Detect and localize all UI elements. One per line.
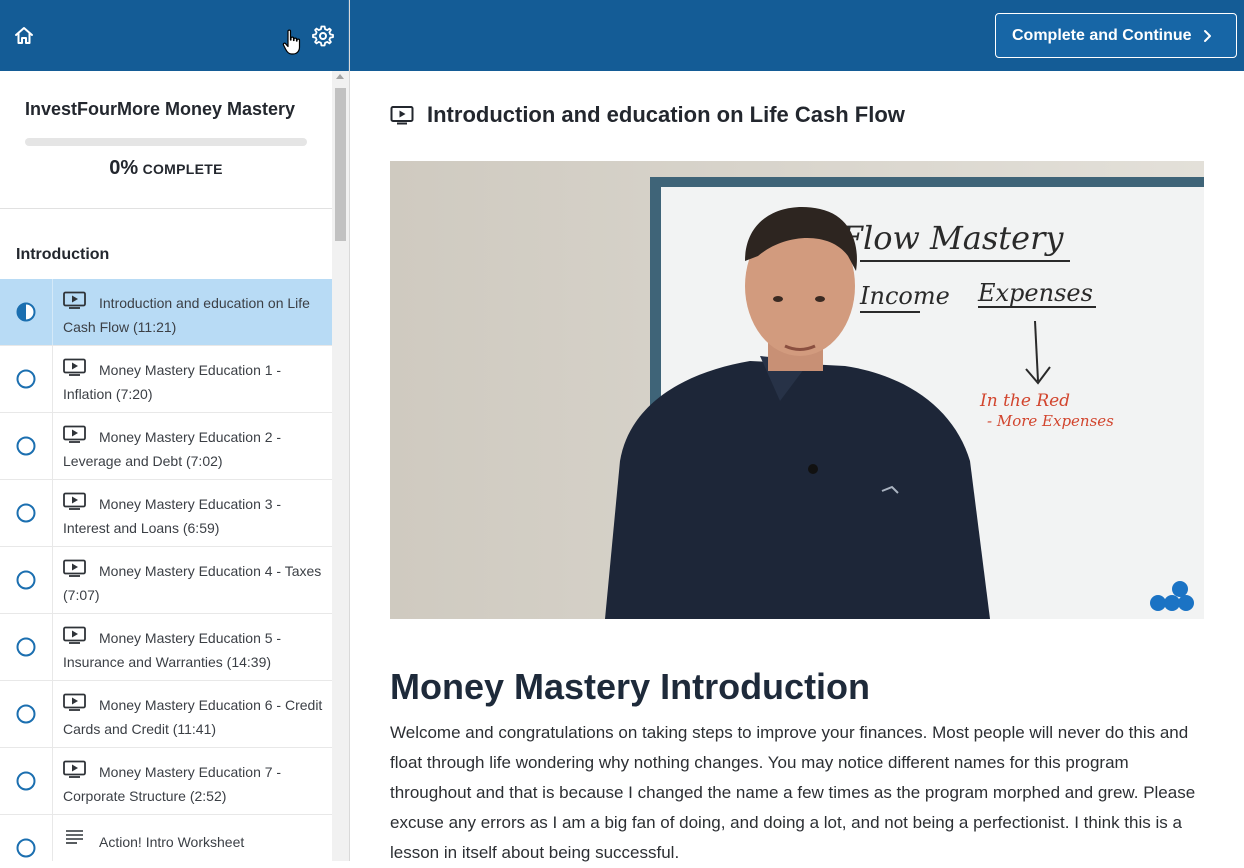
lesson-label: Money Mastery Education 5 - Insurance an… xyxy=(63,626,327,674)
section-title: Introduction xyxy=(16,246,109,264)
lesson-item[interactable]: Introduction and education on Life Cash … xyxy=(0,279,332,346)
incomplete-status-icon[interactable] xyxy=(16,704,36,724)
incomplete-status-icon[interactable] xyxy=(16,637,36,657)
main-header: Complete and Continue xyxy=(350,0,1244,71)
lesson-item[interactable]: Money Mastery Education 5 - Insurance an… xyxy=(0,614,332,681)
lesson-item[interactable]: Money Mastery Education 7 - Corporate St… xyxy=(0,748,332,815)
lesson-label: Action! Intro Worksheet xyxy=(63,830,327,854)
lesson-list: Introduction and education on Life Cash … xyxy=(0,279,332,861)
gear-icon[interactable] xyxy=(311,24,335,48)
lesson-heading: Introduction and education on Life Cash … xyxy=(390,101,905,129)
incomplete-status-icon[interactable] xyxy=(16,503,36,523)
scrollbar-thumb[interactable] xyxy=(335,88,346,241)
home-icon[interactable] xyxy=(12,24,36,48)
lesson-divider xyxy=(52,279,53,345)
lesson-divider xyxy=(52,815,53,861)
lesson-label: Money Mastery Education 1 - Inflation (7… xyxy=(63,358,327,406)
mouse-cursor-icon xyxy=(281,28,303,56)
lesson-label: Money Mastery Education 2 - Leverage and… xyxy=(63,425,327,473)
scroll-up-arrow-icon[interactable] xyxy=(336,74,344,79)
incomplete-status-icon[interactable] xyxy=(16,838,36,858)
complete-and-continue-button[interactable]: Complete and Continue xyxy=(995,13,1237,58)
lesson-item[interactable]: Money Mastery Education 2 - Leverage and… xyxy=(0,413,332,480)
lesson-divider xyxy=(52,480,53,546)
lesson-item[interactable]: Action! Intro Worksheet xyxy=(0,815,332,861)
lesson-item[interactable]: Money Mastery Education 6 - Credit Cards… xyxy=(0,681,332,748)
lesson-label: Money Mastery Education 6 - Credit Cards… xyxy=(63,693,327,741)
lesson-label: Money Mastery Education 3 - Interest and… xyxy=(63,492,327,540)
incomplete-status-icon[interactable] xyxy=(16,570,36,590)
lesson-divider xyxy=(52,547,53,613)
lesson-label: Money Mastery Education 7 - Corporate St… xyxy=(63,760,327,808)
sidebar-scrollbar[interactable] xyxy=(332,71,349,861)
lesson-divider xyxy=(52,748,53,814)
course-title: InvestFourMore Money Mastery xyxy=(25,99,295,120)
lesson-item[interactable]: Money Mastery Education 1 - Inflation (7… xyxy=(0,346,332,413)
lesson-title: Introduction and education on Life Cash … xyxy=(427,102,905,128)
sidebar-header xyxy=(0,0,349,71)
progress-label: COMPLETE xyxy=(143,161,223,177)
whiteboard-red-line-2: - More Expenses xyxy=(987,412,1114,430)
course-sidebar: InvestFourMore Money Mastery 0% COMPLETE… xyxy=(0,0,350,861)
incomplete-status-icon[interactable] xyxy=(16,369,36,389)
whiteboard-red-line-1: In the Red xyxy=(979,391,1070,411)
lesson-divider xyxy=(52,413,53,479)
lesson-item[interactable]: Money Mastery Education 4 - Taxes (7:07) xyxy=(0,547,332,614)
video-lesson-icon xyxy=(390,105,414,125)
incomplete-status-icon[interactable] xyxy=(16,436,36,456)
lesson-label: Introduction and education on Life Cash … xyxy=(63,291,327,339)
lesson-divider xyxy=(52,614,53,680)
progress-bar xyxy=(25,138,307,146)
course-progress-panel: InvestFourMore Money Mastery 0% COMPLETE xyxy=(0,71,332,209)
whiteboard-income: Income xyxy=(859,282,950,310)
lesson-item[interactable]: Money Mastery Education 3 - Interest and… xyxy=(0,480,332,547)
progress-percent: 0% xyxy=(109,157,138,179)
incomplete-status-icon[interactable] xyxy=(16,771,36,791)
progress-text: 0% COMPLETE xyxy=(0,157,332,180)
lesson-label: Money Mastery Education 4 - Taxes (7:07) xyxy=(63,559,327,607)
content-body: Welcome and congratulations on taking st… xyxy=(390,718,1210,868)
complete-button-label: Complete and Continue xyxy=(1012,27,1192,45)
video-player[interactable]: Cash Flow Mastery Income Expenses In the… xyxy=(390,161,1204,619)
content-title: Money Mastery Introduction xyxy=(390,666,870,708)
lesson-divider xyxy=(52,346,53,412)
video-frame: Cash Flow Mastery Income Expenses In the… xyxy=(390,161,1204,619)
whiteboard-expenses: Expenses xyxy=(977,279,1093,307)
in-progress-status-icon[interactable] xyxy=(16,302,36,322)
chevron-right-icon xyxy=(1200,28,1214,44)
lesson-divider xyxy=(52,681,53,747)
